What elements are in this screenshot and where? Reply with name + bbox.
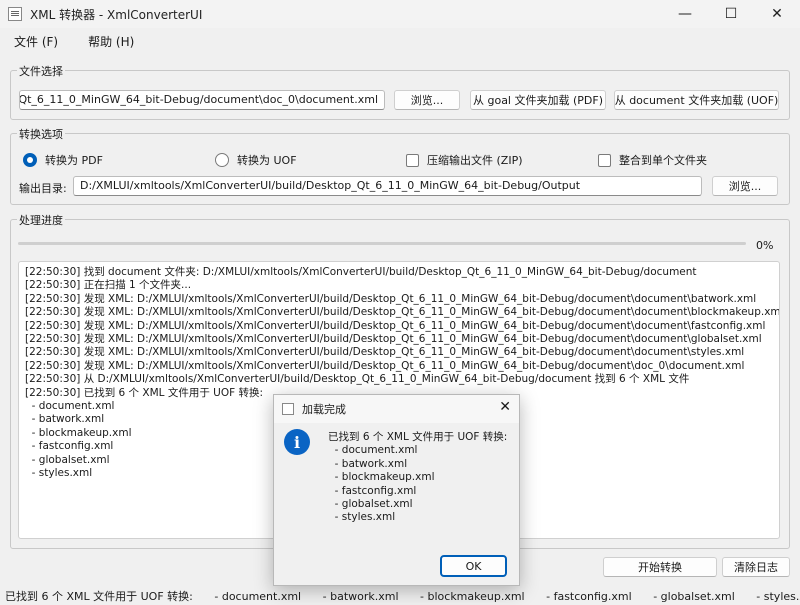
file-selection-group: 文件选择 :top_Qt_6_11_0_MinGW_64_bit-Debug/d… xyxy=(10,63,790,120)
app-icon xyxy=(8,7,22,21)
status-text: - globalset.xml xyxy=(653,590,735,603)
dialog-line: - batwork.xml xyxy=(328,457,408,470)
log-line: [22:50:30] 发现 XML: D:/XMLUI/xmltools/Xml… xyxy=(25,333,762,346)
status-text: - styles.xml xyxy=(756,590,800,603)
file-browse-button[interactable]: 浏览... xyxy=(394,90,460,110)
clear-log-button[interactable]: 清除日志 xyxy=(722,557,790,577)
log-line: [22:50:30] 发现 XML: D:/XMLUI/xmltools/Xml… xyxy=(25,306,780,319)
radio-to-uof[interactable]: 转换为 UOF xyxy=(215,152,297,168)
log-line: [22:50:30] 找到 document 文件夹: D:/XMLUI/xml… xyxy=(25,266,697,278)
radio-checked-icon xyxy=(23,153,37,167)
output-dir-label: 输出目录: xyxy=(19,182,67,195)
radio-to-uof-label: 转换为 UOF xyxy=(237,154,297,167)
status-text: 已找到 6 个 XML 文件用于 UOF 转换: xyxy=(5,590,193,603)
output-dir-input[interactable]: D:/XMLUI/xmltools/XmlConverterUI/build/D… xyxy=(73,176,702,196)
log-line: [22:50:30] 发现 XML: D:/XMLUI/xmltools/Xml… xyxy=(25,359,745,372)
close-button[interactable]: ✕ xyxy=(754,0,800,28)
maximize-button[interactable]: ☐ xyxy=(708,0,754,28)
load-document-button[interactable]: 从 document 文件夹加载 (UOF) xyxy=(614,90,779,110)
dialog-app-icon xyxy=(282,403,294,415)
progress-percent: 0% xyxy=(756,239,774,252)
status-bar: 已找到 6 个 XML 文件用于 UOF 转换: - document.xml … xyxy=(0,588,800,605)
log-line: [22:50:30] 从 D:/XMLUI/xmltools/XmlConver… xyxy=(25,373,690,386)
checkbox-zip[interactable]: 压缩输出文件 (ZIP) xyxy=(406,152,523,168)
menu-help[interactable]: 帮助 (H) xyxy=(80,33,142,50)
radio-to-pdf-label: 转换为 PDF xyxy=(45,154,103,167)
radio-to-pdf[interactable]: 转换为 PDF xyxy=(23,152,103,168)
menu-bar: 文件 (F) 帮助 (H) xyxy=(0,28,800,54)
checkbox-merge[interactable]: 整合到单个文件夹 xyxy=(598,152,707,168)
checkbox-zip-label: 压缩输出文件 (ZIP) xyxy=(427,154,523,167)
output-browse-button[interactable]: 浏览... xyxy=(712,176,778,196)
dialog-line: 已找到 6 个 XML 文件用于 UOF 转换: xyxy=(328,431,508,443)
file-path-input[interactable]: :top_Qt_6_11_0_MinGW_64_bit-Debug/docume… xyxy=(19,90,385,110)
status-text: - fastconfig.xml xyxy=(546,590,632,603)
dialog-line: - styles.xml xyxy=(328,511,396,524)
progress-title: 处理进度 xyxy=(17,212,65,228)
dialog-close-icon[interactable]: ✕ xyxy=(499,399,511,415)
convert-options-title: 转换选项 xyxy=(17,126,65,142)
checkbox-unchecked-icon xyxy=(406,153,419,167)
log-line: [22:50:30] 发现 XML: D:/XMLUI/xmltools/Xml… xyxy=(25,292,757,305)
convert-options-group: 转换选项 转换为 PDF 转换为 UOF 压缩输出文件 (ZIP) 整合到单个文… xyxy=(10,126,790,205)
checkbox-unchecked-icon xyxy=(598,153,611,167)
status-text: - batwork.xml xyxy=(322,590,399,603)
log-line: [22:50:30] 发现 XML: D:/XMLUI/xmltools/Xml… xyxy=(25,346,745,359)
dialog-title: 加载完成 xyxy=(302,403,346,416)
load-complete-dialog: 加载完成 ✕ i 已找到 6 个 XML 文件用于 UOF 转换: - docu… xyxy=(273,394,520,586)
window-controls: — ☐ ✕ xyxy=(662,0,800,28)
minimize-button[interactable]: — xyxy=(662,0,708,28)
file-path-text: :top_Qt_6_11_0_MinGW_64_bit-Debug/docume… xyxy=(19,93,378,106)
info-icon: i xyxy=(284,429,310,455)
ok-button[interactable]: OK xyxy=(440,555,507,577)
dialog-title-bar: 加载完成 ✕ xyxy=(274,395,519,423)
log-line: [22:50:30] 发现 XML: D:/XMLUI/xmltools/Xml… xyxy=(25,319,766,332)
status-text: - document.xml xyxy=(214,590,302,603)
dialog-message: 已找到 6 个 XML 文件用于 UOF 转换: - document.xml … xyxy=(328,431,507,525)
log-line: [22:50:30] 正在扫描 1 个文件夹... xyxy=(25,279,192,292)
dialog-line: - blockmakeup.xml xyxy=(328,471,435,484)
start-convert-button[interactable]: 开始转换 xyxy=(603,557,717,577)
dialog-line: - globalset.xml xyxy=(328,498,413,511)
dialog-line: - fastconfig.xml xyxy=(328,484,417,497)
progress-bar xyxy=(18,242,746,245)
checkbox-merge-label: 整合到单个文件夹 xyxy=(619,154,707,167)
load-goal-button[interactable]: 从 goal 文件夹加载 (PDF) xyxy=(470,90,606,110)
title-bar: XML 转换器 - XmlConverterUI — ☐ ✕ xyxy=(0,0,800,28)
menu-file[interactable]: 文件 (F) xyxy=(6,33,66,50)
dialog-line: - document.xml xyxy=(328,444,418,457)
status-text: - blockmakeup.xml xyxy=(420,590,525,603)
window-title: XML 转换器 - XmlConverterUI xyxy=(30,7,203,22)
radio-unchecked-icon xyxy=(215,153,229,167)
file-selection-title: 文件选择 xyxy=(17,63,65,79)
